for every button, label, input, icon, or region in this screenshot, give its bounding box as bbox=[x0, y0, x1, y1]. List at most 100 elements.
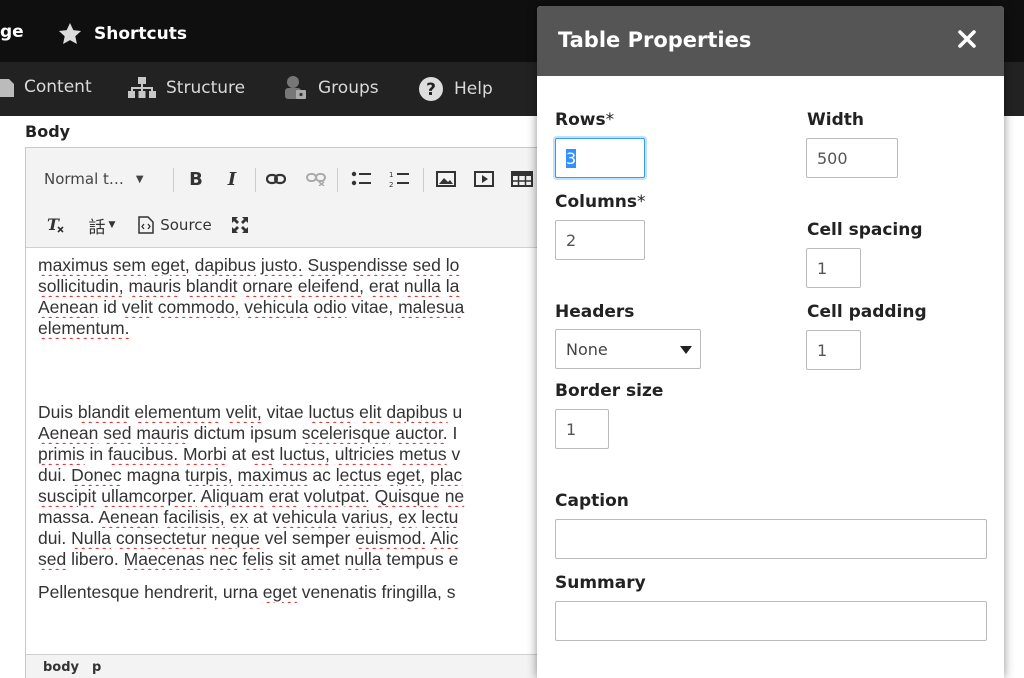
text-line: elementum. bbox=[38, 318, 130, 338]
headers-select[interactable]: None bbox=[555, 329, 701, 369]
columns-label: Columns* bbox=[555, 192, 646, 212]
border-size-input[interactable] bbox=[555, 409, 609, 449]
unlink-icon bbox=[306, 173, 326, 186]
cell-padding-input[interactable] bbox=[806, 330, 861, 370]
chevron-down-icon bbox=[680, 346, 692, 354]
italic-button[interactable]: I bbox=[219, 166, 245, 192]
ckeditor: Normal t… ▼ B I 12 T 話 ▼ Source maximus … bbox=[25, 147, 585, 678]
text-line: maximus sem eget, dapibus justo. Suspend… bbox=[38, 255, 460, 275]
help-icon: ? bbox=[419, 77, 443, 101]
dialog-header: Table Properties bbox=[537, 6, 1004, 76]
text-line: Aenean id velit commodo, vehicula odio v… bbox=[38, 297, 465, 317]
numbered-list-icon: 12 bbox=[389, 171, 409, 188]
bold-button[interactable]: B bbox=[183, 166, 209, 192]
svg-text:2: 2 bbox=[389, 181, 393, 188]
maximize-button[interactable] bbox=[226, 212, 254, 238]
toolbar-item-shortcuts[interactable]: Shortcuts bbox=[56, 21, 187, 47]
link-icon bbox=[266, 173, 286, 185]
toolbar-item-manage[interactable]: ge bbox=[0, 22, 24, 42]
svg-text:1: 1 bbox=[389, 171, 393, 179]
sitemap-icon bbox=[128, 77, 156, 98]
text-line: suscipit ullamcorper. Aliquam erat volut… bbox=[38, 486, 465, 506]
summary-input[interactable] bbox=[555, 601, 987, 641]
cell-spacing-label: Cell spacing bbox=[807, 220, 923, 240]
headers-label: Headers bbox=[555, 302, 635, 322]
paragraph: maximus sem eget, dapibus justo. Suspend… bbox=[38, 255, 578, 339]
close-button[interactable] bbox=[952, 24, 982, 54]
columns-input[interactable] bbox=[555, 220, 645, 260]
video-icon bbox=[474, 171, 494, 187]
source-button[interactable]: Source bbox=[134, 212, 216, 238]
link-button[interactable] bbox=[263, 166, 289, 192]
text-line: Pellentesque hendrerit, urna eget venena… bbox=[38, 582, 456, 602]
columns-label-text: Columns bbox=[555, 192, 638, 212]
italic-icon: I bbox=[227, 168, 237, 190]
caption-label: Caption bbox=[555, 491, 629, 511]
table-icon bbox=[511, 171, 533, 187]
nav-item-label: Help bbox=[454, 79, 493, 99]
text-line: sollicitudin, mauris blandit ornare elei… bbox=[38, 276, 460, 296]
numbered-list-button[interactable]: 12 bbox=[386, 166, 412, 192]
bulleted-list-button[interactable] bbox=[348, 166, 374, 192]
element-path-body[interactable]: body bbox=[43, 660, 79, 675]
width-label: Width bbox=[807, 110, 864, 130]
editor-content[interactable]: maximus sem eget, dapibus justo. Suspend… bbox=[38, 255, 578, 603]
nav-item-label: Content bbox=[24, 77, 92, 97]
table-button[interactable] bbox=[509, 166, 535, 192]
chevron-down-icon: ▼ bbox=[135, 173, 144, 185]
chevron-down-icon: ▼ bbox=[108, 220, 116, 230]
toolbar-separator bbox=[337, 168, 338, 192]
text-line: sed libero. Maecenas nec felis sit amet … bbox=[38, 549, 459, 569]
editor-statusbar: body p bbox=[26, 654, 584, 678]
body-field-label: Body bbox=[25, 122, 71, 141]
video-button[interactable] bbox=[471, 166, 497, 192]
format-select-value: Normal t… bbox=[44, 170, 124, 188]
text-line: massa. Aenean facilisis, ex at vehicula … bbox=[38, 507, 459, 527]
remove-format-icon: T bbox=[47, 216, 64, 234]
required-mark: * bbox=[605, 110, 615, 130]
rows-value: 3 bbox=[566, 148, 577, 168]
text-line: Aenean sed mauris dictum ipsum scelerisq… bbox=[38, 423, 458, 443]
svg-text:?: ? bbox=[426, 80, 436, 100]
editor-toolbar: Normal t… ▼ B I 12 T 話 ▼ Source bbox=[26, 148, 584, 248]
unlink-button[interactable] bbox=[303, 166, 329, 192]
text-line: dui. Donec magna turpis, maximus ac lect… bbox=[38, 465, 463, 485]
rows-label-text: Rows bbox=[555, 110, 606, 130]
headers-select-value: None bbox=[566, 339, 608, 359]
toolbar-item-label: ge bbox=[0, 22, 24, 42]
star-icon bbox=[58, 22, 82, 44]
nav-item-groups[interactable]: Groups bbox=[282, 75, 379, 101]
remove-format-button[interactable]: T bbox=[44, 212, 70, 238]
nav-item-label: Structure bbox=[166, 78, 246, 98]
text-line: Duis blandit elementum velit, vitae luct… bbox=[38, 402, 463, 422]
bold-icon: B bbox=[189, 168, 203, 190]
language-icon: 話 bbox=[88, 217, 106, 238]
close-icon bbox=[958, 30, 976, 48]
toolbar-item-label: Shortcuts bbox=[94, 24, 187, 44]
cell-spacing-input[interactable] bbox=[806, 248, 861, 288]
toolbar-separator bbox=[423, 168, 424, 192]
nav-item-structure[interactable]: Structure bbox=[128, 77, 245, 99]
rows-input[interactable]: 3 bbox=[555, 138, 645, 178]
border-size-label: Border size bbox=[555, 381, 664, 401]
format-select[interactable]: Normal t… ▼ bbox=[44, 166, 164, 192]
nav-item-content[interactable]: Content bbox=[0, 77, 92, 97]
caption-input[interactable] bbox=[555, 519, 987, 559]
nav-item-help[interactable]: ? Help bbox=[418, 76, 493, 102]
rows-label: Rows* bbox=[555, 110, 614, 130]
required-mark: * bbox=[637, 192, 646, 212]
toolbar-separator bbox=[255, 168, 256, 192]
nav-item-label: Groups bbox=[318, 78, 379, 98]
language-button[interactable]: 話 ▼ bbox=[82, 212, 122, 238]
maximize-icon bbox=[232, 217, 248, 233]
width-input[interactable] bbox=[806, 138, 898, 178]
image-icon bbox=[436, 171, 456, 187]
text-line: primis in faucibus. Morbi at est luctus,… bbox=[38, 444, 461, 464]
element-path-p[interactable]: p bbox=[92, 660, 101, 675]
summary-label: Summary bbox=[555, 573, 646, 593]
source-label: Source bbox=[160, 216, 212, 234]
text-line: dui. Nulla consectetur neque vel semper … bbox=[38, 528, 459, 548]
table-properties-dialog: Table Properties Rows* 3 Columns* Width … bbox=[537, 6, 1004, 678]
image-button[interactable] bbox=[433, 166, 459, 192]
